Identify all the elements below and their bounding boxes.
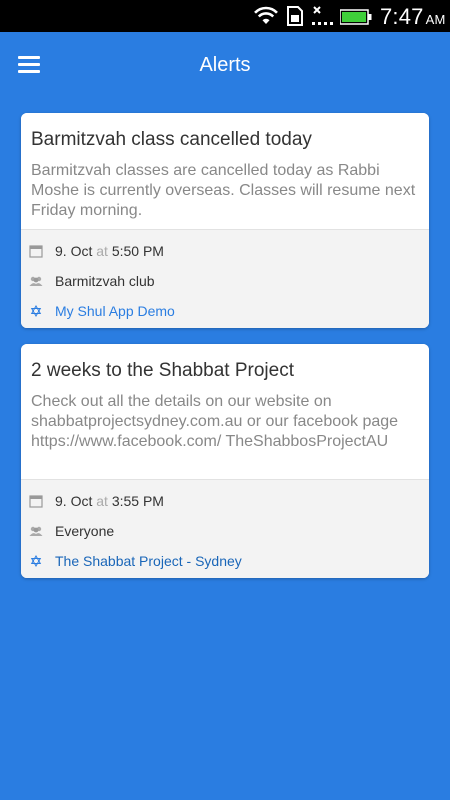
alert-title: 2 weeks to the Shabbat Project (31, 360, 294, 381)
alert-datetime: 9. Oct at 5:50 PM (21, 236, 429, 266)
alert-at-label: at (96, 493, 108, 509)
sim-icon (287, 6, 303, 26)
calendar-icon (29, 245, 43, 258)
group-icon (29, 526, 43, 536)
alert-time: 3:55 PM (111, 493, 164, 509)
alert-date: 9. Oct (55, 493, 93, 509)
star-of-david-icon (30, 554, 42, 568)
alert-audience-label: Everyone (55, 523, 115, 539)
status-time-value: 7:47 (380, 4, 424, 29)
page-title: Alerts (199, 54, 251, 76)
signal-off-icon (312, 6, 333, 25)
group-icon (29, 276, 43, 286)
alert-meta: 9. Oct at 5:50 PM Barmitzvah club My Shu… (21, 229, 429, 328)
battery-icon (340, 9, 372, 25)
alert-organization[interactable]: The Shabbat Project - Sydney (21, 546, 429, 576)
alert-at-label: at (96, 243, 108, 259)
wifi-icon (254, 6, 278, 24)
calendar-icon (29, 495, 43, 508)
alert-card[interactable]: 2 weeks to the Shabbat Project Check out… (21, 344, 429, 578)
alert-body: Check out all the details on our website… (31, 393, 399, 450)
alert-organization-link[interactable]: The Shabbat Project - Sydney (55, 553, 242, 569)
alert-organization[interactable]: My Shul App Demo (21, 296, 429, 326)
alert-content: Barmitzvah class cancelled today Barmitz… (21, 113, 429, 229)
status-time: 7:47 AM (380, 4, 446, 30)
alert-content: 2 weeks to the Shabbat Project Check out… (21, 344, 429, 460)
alert-body: Barmitzvah classes are cancelled today a… (31, 162, 416, 219)
alert-organization-link[interactable]: My Shul App Demo (55, 303, 175, 319)
alert-time: 5:50 PM (111, 243, 164, 259)
alert-audience: Barmitzvah club (21, 266, 429, 296)
app-bar: Alerts (0, 32, 450, 100)
alert-card[interactable]: Barmitzvah class cancelled today Barmitz… (21, 113, 429, 328)
status-time-ampm: AM (425, 12, 446, 27)
status-bar: 7:47 AM (0, 0, 450, 32)
alert-meta: 9. Oct at 3:55 PM Everyone The Shabbat P… (21, 479, 429, 578)
alert-datetime: 9. Oct at 3:55 PM (21, 486, 429, 516)
alert-title: Barmitzvah class cancelled today (31, 129, 312, 150)
alert-audience-label: Barmitzvah club (55, 273, 155, 289)
alert-date: 9. Oct (55, 243, 93, 259)
star-of-david-icon (30, 304, 42, 318)
alert-audience: Everyone (21, 516, 429, 546)
